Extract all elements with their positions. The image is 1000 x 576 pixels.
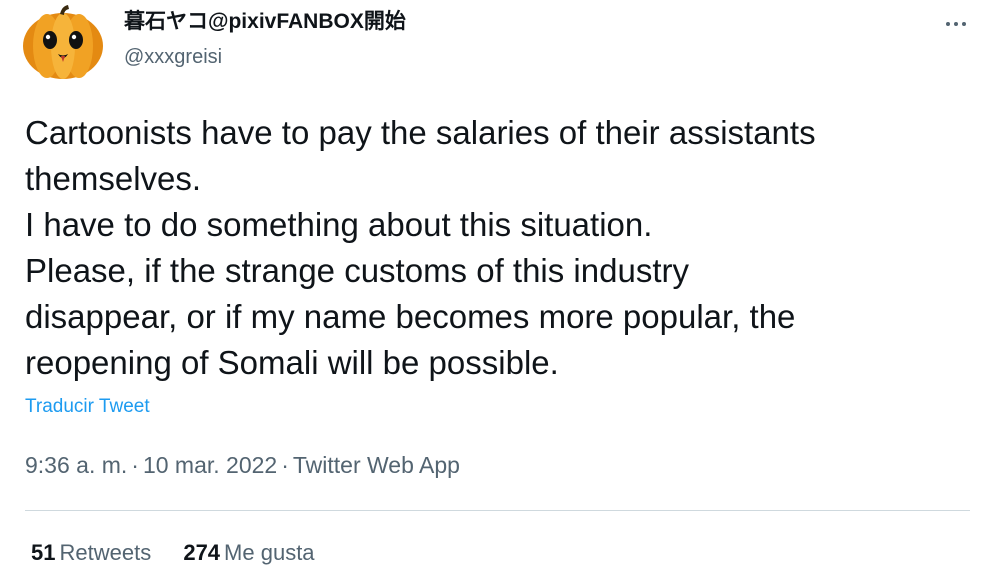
retweets-label: Retweets — [59, 540, 152, 565]
retweets-stat[interactable]: 51 Retweets — [31, 540, 151, 566]
tweet-text-line: I have to do something about this situat… — [25, 206, 653, 243]
more-options-button[interactable] — [936, 10, 976, 38]
tweet-stats: 51 Retweets 274 Me gusta — [31, 540, 341, 566]
more-horizontal-icon — [962, 22, 966, 26]
tweet-text-line: reopening of Somali will be possible. — [25, 344, 559, 381]
avatar[interactable] — [22, 4, 104, 80]
likes-stat[interactable]: 274 Me gusta — [183, 540, 314, 566]
user-handle[interactable]: @xxxgreisi — [124, 44, 406, 70]
separator: · — [131, 452, 139, 478]
author-info: 暮石ヤコ@pixivFANBOX開始 @xxxgreisi — [124, 8, 406, 70]
tweet-text: Cartoonists have to pay the salaries of … — [25, 110, 975, 386]
tweet-date[interactable]: 10 mar. 2022 — [143, 452, 277, 478]
separator: · — [281, 452, 289, 478]
more-horizontal-icon — [946, 22, 950, 26]
tweet-metadata: 9:36 a. m. · 10 mar. 2022 · Twitter Web App — [25, 452, 460, 479]
divider — [25, 510, 970, 511]
retweets-count: 51 — [31, 540, 56, 565]
likes-label: Me gusta — [224, 540, 315, 565]
likes-count: 274 — [183, 540, 221, 565]
tweet-card: 暮石ヤコ@pixivFANBOX開始 @xxxgreisi Cartoonist… — [0, 0, 1000, 576]
tweet-text-line: Please, if the strange customs of this i… — [25, 252, 689, 289]
tweet-text-line: disappear, or if my name becomes more po… — [25, 298, 796, 335]
tweet-time[interactable]: 9:36 a. m. — [25, 452, 127, 478]
pumpkin-avatar-icon — [23, 5, 103, 79]
more-horizontal-icon — [954, 22, 958, 26]
translate-tweet-link[interactable]: Traducir Tweet — [25, 396, 150, 418]
tweet-source[interactable]: Twitter Web App — [293, 452, 460, 478]
tweet-text-line: themselves. — [25, 160, 202, 197]
display-name[interactable]: 暮石ヤコ@pixivFANBOX開始 — [124, 8, 406, 36]
tweet-text-line: Cartoonists have to pay the salaries of … — [25, 114, 816, 151]
